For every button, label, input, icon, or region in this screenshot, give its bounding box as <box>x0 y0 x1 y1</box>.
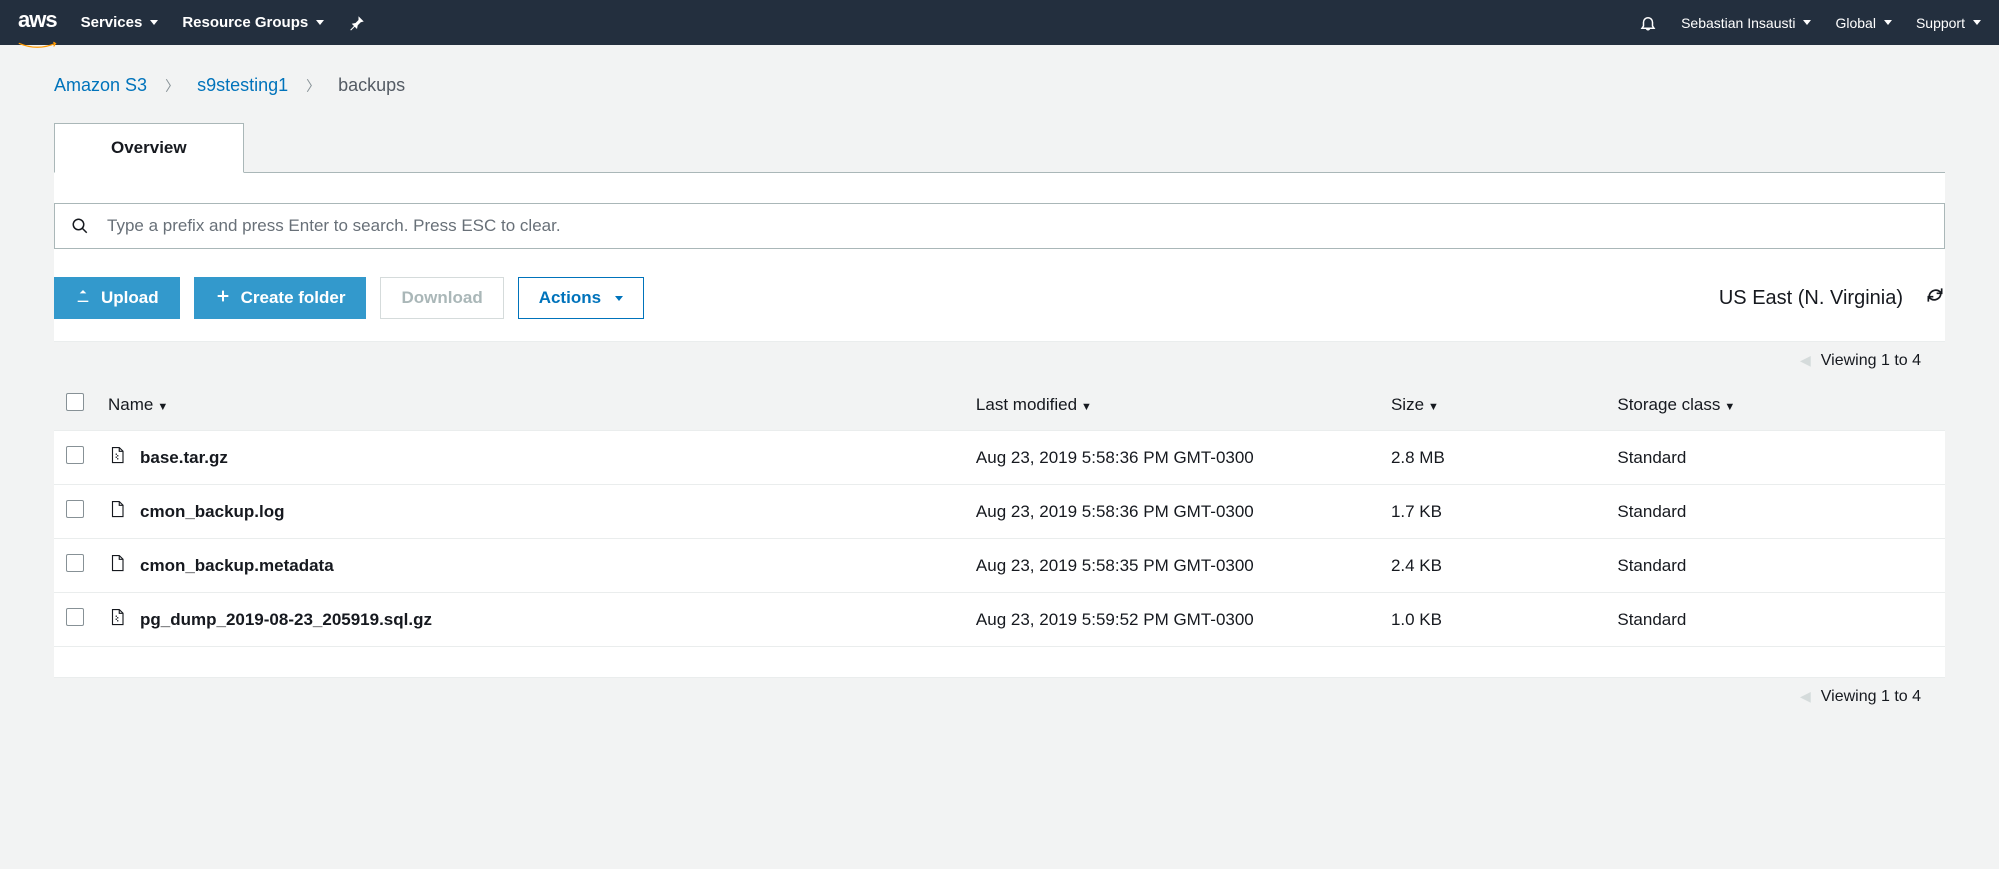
object-storage-class: Standard <box>1605 593 1945 647</box>
table-row[interactable]: cmon_backup.log Aug 23, 2019 5:58:36 PM G… <box>54 485 1945 539</box>
toolbar: Upload Create folder Download Actions U <box>54 277 1945 319</box>
tab-bar: Overview <box>54 122 1945 173</box>
download-button-label: Download <box>401 288 482 308</box>
chevron-right-icon: 〉 <box>306 76 320 96</box>
pagination-bar-top: ◀ Viewing 1 to 4 <box>54 341 1945 379</box>
column-size[interactable]: Size ▼ <box>1379 379 1605 431</box>
object-last-modified: Aug 23, 2019 5:58:36 PM GMT-0300 <box>964 431 1379 485</box>
sort-icon: ▼ <box>157 401 168 413</box>
file-icon <box>108 553 126 578</box>
pagination-text-top: Viewing 1 to 4 <box>1821 352 1921 370</box>
search-input[interactable] <box>107 216 1928 236</box>
object-name[interactable]: pg_dump_2019-08-23_205919.sql.gz <box>140 610 432 630</box>
column-name[interactable]: Name ▼ <box>96 379 964 431</box>
sort-icon: ▼ <box>1081 401 1092 413</box>
object-size: 2.8 MB <box>1379 431 1605 485</box>
tab-overview[interactable]: Overview <box>54 123 244 173</box>
table-row[interactable]: base.tar.gz Aug 23, 2019 5:58:36 PM GMT-0… <box>54 431 1945 485</box>
breadcrumb-bucket[interactable]: s9stesting1 <box>197 75 288 96</box>
nav-resource-groups-label: Resource Groups <box>182 14 308 31</box>
pin-icon[interactable] <box>348 14 366 32</box>
create-folder-button-label: Create folder <box>241 288 346 308</box>
select-all-checkbox[interactable] <box>66 393 84 411</box>
upload-icon <box>75 288 91 309</box>
object-size: 2.4 KB <box>1379 539 1605 593</box>
nav-region-label: Global <box>1835 15 1875 31</box>
search-bar[interactable] <box>54 203 1945 249</box>
sort-icon: ▼ <box>1428 401 1439 413</box>
nav-support[interactable]: Support <box>1916 15 1981 31</box>
top-nav: aws Services Resource Groups Sebastian I… <box>0 0 1999 45</box>
breadcrumb: Amazon S3 〉 s9stesting1 〉 backups <box>54 75 1945 96</box>
aws-logo[interactable]: aws <box>18 7 57 39</box>
create-folder-button[interactable]: Create folder <box>194 277 367 319</box>
nav-region[interactable]: Global <box>1835 15 1891 31</box>
table-row[interactable]: cmon_backup.metadata Aug 23, 2019 5:58:35… <box>54 539 1945 593</box>
notifications-icon[interactable] <box>1639 14 1657 32</box>
column-storage-class-label: Storage class <box>1617 395 1720 414</box>
nav-services[interactable]: Services <box>81 14 159 31</box>
object-size: 1.0 KB <box>1379 593 1605 647</box>
breadcrumb-root[interactable]: Amazon S3 <box>54 75 147 96</box>
sort-icon: ▼ <box>1724 401 1735 413</box>
nav-user-label: Sebastian Insausti <box>1681 15 1795 31</box>
row-checkbox[interactable] <box>66 500 84 518</box>
plus-icon <box>215 288 231 309</box>
object-storage-class: Standard <box>1605 431 1945 485</box>
upload-button-label: Upload <box>101 288 159 308</box>
select-all-header[interactable] <box>54 379 96 431</box>
object-name[interactable]: cmon_backup.metadata <box>140 556 334 576</box>
pagination-bar-bottom: ◀ Viewing 1 to 4 <box>54 677 1945 715</box>
search-icon <box>71 217 89 235</box>
chevron-down-icon <box>150 20 158 25</box>
column-name-label: Name <box>108 395 153 414</box>
chevron-down-icon <box>1803 20 1811 25</box>
chevron-down-icon <box>1884 20 1892 25</box>
row-checkbox[interactable] <box>66 554 84 572</box>
object-last-modified: Aug 23, 2019 5:58:36 PM GMT-0300 <box>964 485 1379 539</box>
object-last-modified: Aug 23, 2019 5:59:52 PM GMT-0300 <box>964 593 1379 647</box>
nav-support-label: Support <box>1916 15 1965 31</box>
pager-prev-icon: ◀ <box>1800 352 1811 369</box>
overview-panel: Upload Create folder Download Actions U <box>54 173 1945 715</box>
breadcrumb-folder: backups <box>338 75 405 96</box>
column-last-modified[interactable]: Last modified ▼ <box>964 379 1379 431</box>
actions-button[interactable]: Actions <box>518 277 644 319</box>
archive-file-icon <box>108 607 126 632</box>
object-name[interactable]: cmon_backup.log <box>140 502 285 522</box>
nav-user[interactable]: Sebastian Insausti <box>1681 15 1811 31</box>
chevron-down-icon <box>1973 20 1981 25</box>
file-icon <box>108 499 126 524</box>
archive-file-icon <box>108 445 126 470</box>
object-storage-class: Standard <box>1605 539 1945 593</box>
objects-table: Name ▼ Last modified ▼ Size ▼ Storage class… <box>54 379 1945 647</box>
refresh-icon[interactable] <box>1925 285 1945 311</box>
region-display: US East (N. Virginia) <box>1719 287 1903 310</box>
nav-resource-groups[interactable]: Resource Groups <box>182 14 324 31</box>
chevron-down-icon <box>316 20 324 25</box>
table-row[interactable]: pg_dump_2019-08-23_205919.sql.gz Aug 23, … <box>54 593 1945 647</box>
pagination-text-bottom: Viewing 1 to 4 <box>1821 688 1921 706</box>
column-last-modified-label: Last modified <box>976 395 1077 414</box>
nav-services-label: Services <box>81 14 143 31</box>
object-size: 1.7 KB <box>1379 485 1605 539</box>
chevron-down-icon <box>615 296 623 301</box>
column-size-label: Size <box>1391 395 1424 414</box>
row-checkbox[interactable] <box>66 446 84 464</box>
row-checkbox[interactable] <box>66 608 84 626</box>
upload-button[interactable]: Upload <box>54 277 180 319</box>
pager-prev-icon: ◀ <box>1800 688 1811 705</box>
download-button: Download <box>380 277 503 319</box>
object-storage-class: Standard <box>1605 485 1945 539</box>
actions-button-label: Actions <box>539 288 601 308</box>
object-last-modified: Aug 23, 2019 5:58:35 PM GMT-0300 <box>964 539 1379 593</box>
object-name[interactable]: base.tar.gz <box>140 448 228 468</box>
chevron-right-icon: 〉 <box>165 76 179 96</box>
column-storage-class[interactable]: Storage class ▼ <box>1605 379 1945 431</box>
